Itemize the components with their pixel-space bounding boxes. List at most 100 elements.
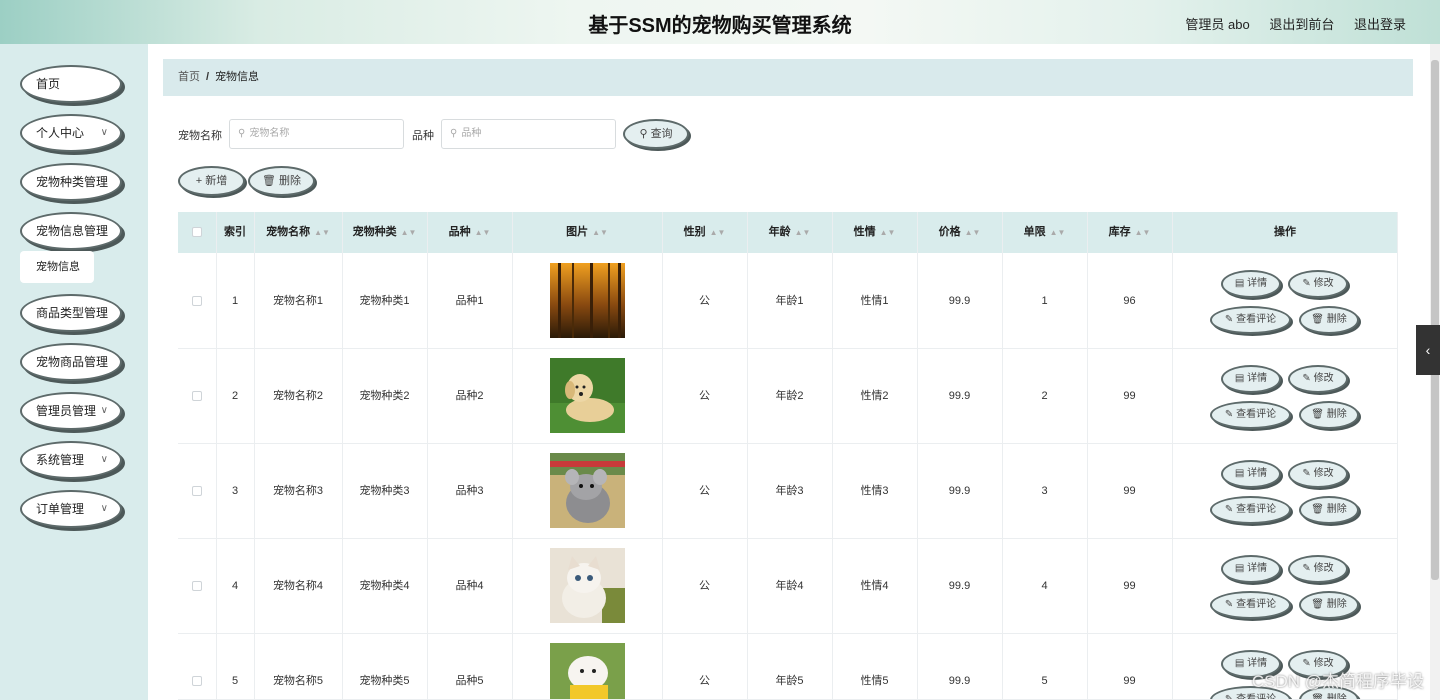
cell-name: 宠物名称4	[272, 580, 324, 592]
row-checkbox[interactable]	[178, 634, 216, 699]
cell-price: 99.9	[948, 675, 971, 687]
edit-button[interactable]: ✎ 修改	[1288, 555, 1348, 583]
cell-stock: 99	[1123, 580, 1136, 592]
cell-gender: 公	[699, 580, 710, 592]
cell-price: 99.9	[948, 390, 971, 402]
cell-stock: 99	[1123, 390, 1136, 402]
top-header: 基于SSM的宠物购买管理系统 管理员 abo 退出到前台 退出登录	[0, 0, 1440, 44]
detail-button[interactable]: ▤ 详情	[1221, 460, 1281, 488]
sidebar-item-goods-type[interactable]: 商品类型管理	[20, 294, 122, 332]
cell-index: 4	[231, 580, 239, 592]
pet-image	[550, 453, 625, 528]
col-ops: 操作	[1274, 226, 1296, 238]
cell-limit: 4	[1041, 580, 1048, 592]
sidebar-item-pet-goods[interactable]: 宠物商品管理	[20, 343, 122, 381]
trash-icon: 🗑	[1311, 314, 1327, 325]
sort-icon: ▲▼	[709, 228, 726, 237]
sort-icon: ▲▼	[474, 228, 491, 237]
scrollbar-thumb[interactable]	[1431, 60, 1439, 580]
exit-to-front-link[interactable]: 退出到前台	[1269, 17, 1334, 32]
query-button[interactable]: ⚲ 查询	[623, 119, 689, 149]
col-age[interactable]: 年龄 ▲▼	[747, 212, 832, 253]
sort-icon: ▲▼	[879, 228, 896, 237]
sidebar-subitem-pet-info[interactable]: 宠物信息	[20, 251, 94, 283]
cell-breed: 品种4	[455, 580, 484, 592]
current-user: 管理员 abo	[1185, 17, 1250, 32]
col-breed[interactable]: 品种 ▲▼	[427, 212, 512, 253]
col-type[interactable]: 宠物种类 ▲▼	[342, 212, 427, 253]
row-checkbox[interactable]	[178, 444, 216, 539]
col-stock[interactable]: 库存 ▲▼	[1087, 212, 1172, 253]
sidebar-item-pet-info[interactable]: 宠物信息管理	[20, 212, 122, 250]
table-row: 2 宠物名称2 宠物种类2 品种2 公 年龄2 性情2 99.9 2 99 ▤ …	[178, 349, 1398, 444]
row-checkbox[interactable]	[178, 349, 216, 444]
sidebar-item-pet-category[interactable]: 宠物种类管理	[20, 163, 122, 201]
col-index: 索引	[224, 226, 246, 238]
cell-age: 年龄5	[775, 675, 804, 687]
col-gender[interactable]: 性别 ▲▼	[662, 212, 747, 253]
sidebar-item-admin[interactable]: 管理员管理 ∨	[20, 392, 122, 430]
view-comments-button[interactable]: ✎ 查看评论	[1210, 306, 1291, 334]
sidebar-item-orders[interactable]: 订单管理 ∨	[20, 490, 122, 528]
logout-link[interactable]: 退出登录	[1354, 17, 1406, 32]
select-all-checkbox[interactable]	[178, 212, 216, 253]
pet-image	[550, 358, 625, 433]
cell-type: 宠物种类5	[359, 675, 410, 687]
breed-input[interactable]: ⚲ 品种	[441, 119, 616, 149]
column-divider	[512, 212, 513, 700]
sidebar-item-system[interactable]: 系统管理 ∨	[20, 441, 122, 479]
cell-breed: 品种3	[455, 485, 484, 497]
cell-age: 年龄4	[775, 580, 804, 592]
plus-icon: +	[195, 175, 206, 187]
column-divider	[1172, 212, 1173, 700]
cell-temper: 性情3	[860, 485, 889, 497]
edit-button[interactable]: ✎ 修改	[1288, 460, 1348, 488]
view-comments-button[interactable]: ✎ 查看评论	[1210, 591, 1291, 619]
cell-temper: 性情1	[860, 295, 889, 307]
document-icon: ▤	[1234, 278, 1248, 289]
view-comments-button[interactable]: ✎ 查看评论	[1210, 496, 1291, 524]
document-icon: ▤	[1234, 468, 1248, 479]
delete-button[interactable]: 🗑 删除	[1299, 401, 1359, 429]
chevron-down-icon: ∨	[100, 127, 108, 138]
cell-gender: 公	[699, 295, 710, 307]
table-row: 3 宠物名称3 宠物种类3 品种3 公 年龄3 性情3 99.9 3 99 ▤ …	[178, 444, 1398, 539]
col-name[interactable]: 宠物名称 ▲▼	[254, 212, 342, 253]
col-limit[interactable]: 单限 ▲▼	[1002, 212, 1087, 253]
row-checkbox[interactable]	[178, 254, 216, 349]
column-divider	[216, 212, 217, 700]
pet-image	[550, 548, 625, 623]
chevron-left-icon[interactable]: ‹	[1416, 325, 1440, 375]
cell-type: 宠物种类1	[359, 295, 410, 307]
cell-index: 2	[231, 390, 239, 402]
cell-stock: 99	[1123, 675, 1136, 687]
watermark: CSDN @杰简程序毕设	[1251, 672, 1424, 691]
sidebar-item-personal-center[interactable]: 个人中心 ∨	[20, 114, 122, 152]
view-comments-button[interactable]: ✎ 查看评论	[1210, 401, 1291, 429]
row-checkbox[interactable]	[178, 539, 216, 634]
breadcrumb-home[interactable]: 首页	[178, 71, 200, 83]
cell-limit: 2	[1041, 390, 1048, 402]
pencil-icon: ✎	[1224, 314, 1237, 325]
cell-temper: 性情5	[860, 675, 889, 687]
sidebar-item-home[interactable]: 首页	[20, 65, 122, 103]
detail-button[interactable]: ▤ 详情	[1221, 270, 1281, 298]
column-divider	[342, 212, 343, 700]
batch-delete-button[interactable]: 🗑 删除	[248, 166, 315, 196]
col-temper[interactable]: 性情 ▲▼	[832, 212, 917, 253]
delete-button[interactable]: 🗑 删除	[1299, 496, 1359, 524]
pet-name-input[interactable]: ⚲ 宠物名称	[229, 119, 404, 149]
col-image[interactable]: 图片 ▲▼	[512, 212, 662, 253]
column-divider	[832, 212, 833, 700]
edit-button[interactable]: ✎ 修改	[1288, 270, 1348, 298]
add-button[interactable]: + 新增	[178, 166, 245, 196]
detail-button[interactable]: ▤ 详情	[1221, 555, 1281, 583]
delete-button[interactable]: 🗑 删除	[1299, 306, 1359, 334]
breadcrumb: 首页 / 宠物信息	[163, 59, 1413, 96]
sort-icon: ▲▼	[1049, 228, 1066, 237]
delete-button[interactable]: 🗑 删除	[1299, 591, 1359, 619]
detail-button[interactable]: ▤ 详情	[1221, 365, 1281, 393]
pencil-icon: ✎	[1224, 409, 1237, 420]
edit-button[interactable]: ✎ 修改	[1288, 365, 1348, 393]
col-price[interactable]: 价格 ▲▼	[917, 212, 1002, 253]
